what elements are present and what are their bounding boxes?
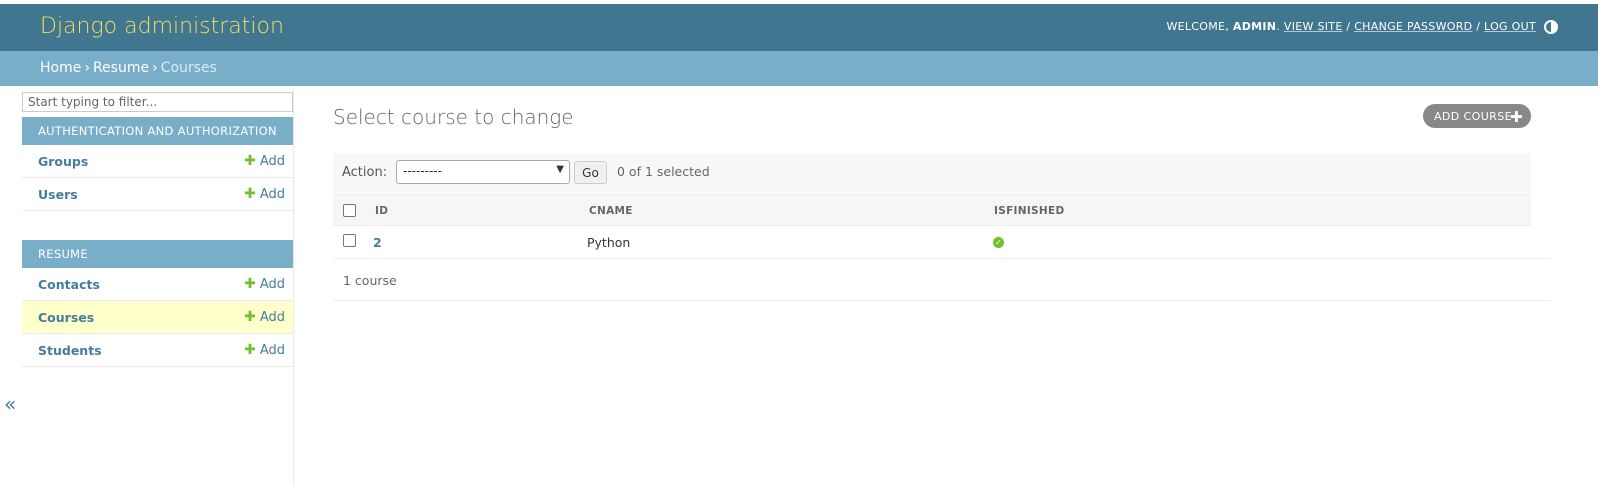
user-tools: WELCOME, ADMIN. VIEW SITE / CHANGE PASSW… xyxy=(1166,20,1536,33)
add-courses-link[interactable]: ✚ Add xyxy=(244,309,285,325)
app-caption-resume[interactable]: RESUME xyxy=(22,240,293,268)
table-header: ID CNAME ISFINISHED xyxy=(333,194,1531,226)
sidebar-item-label[interactable]: Courses xyxy=(38,310,94,325)
sidebar-item-contacts: Contacts ✚ Add xyxy=(22,268,293,301)
log-out-link[interactable]: LOG OUT xyxy=(1484,20,1536,33)
row-id-link[interactable]: 2 xyxy=(373,235,382,250)
header: Django administration WELCOME, ADMIN. VI… xyxy=(0,4,1598,51)
table-row: 2 Python ✓ xyxy=(333,226,1531,259)
username: ADMIN xyxy=(1232,20,1277,33)
breadcrumb: Home › Resume › Courses xyxy=(0,51,1598,86)
yes-icon: ✓ xyxy=(993,237,1004,248)
plus-icon: ✚ xyxy=(244,186,256,202)
plus-icon: ✚ xyxy=(1510,108,1523,126)
plus-icon: ✚ xyxy=(244,276,256,292)
add-label: Add xyxy=(259,343,285,358)
sidebar-item-label[interactable]: Groups xyxy=(38,154,88,169)
action-select-value: --------- xyxy=(403,164,442,178)
sidebar-item-label[interactable]: Contacts xyxy=(38,277,100,292)
go-button[interactable]: Go xyxy=(574,161,607,184)
select-all-checkbox[interactable] xyxy=(343,204,356,217)
breadcrumb-current: Courses xyxy=(160,60,217,76)
plus-icon: ✚ xyxy=(244,342,256,358)
add-course-label: ADD COURSE xyxy=(1434,110,1512,123)
breadcrumb-home[interactable]: Home xyxy=(40,60,81,76)
sidebar-item-label[interactable]: Users xyxy=(38,187,78,202)
change-password-link[interactable]: CHANGE PASSWORD xyxy=(1354,20,1472,33)
theme-toggle-icon[interactable] xyxy=(1544,20,1558,34)
sidebar-item-courses: Courses ✚ Add xyxy=(22,301,293,334)
add-label: Add xyxy=(259,310,285,325)
add-label: Add xyxy=(259,154,285,169)
row-select-checkbox[interactable] xyxy=(343,234,356,247)
plus-icon: ✚ xyxy=(244,309,256,325)
add-label: Add xyxy=(259,277,285,292)
page-title: Select course to change xyxy=(333,105,574,129)
user-tools-separator: / xyxy=(1476,20,1481,33)
sidebar-item-label[interactable]: Students xyxy=(38,343,102,358)
app-caption-auth[interactable]: AUTHENTICATION AND AUTHORIZATION xyxy=(22,117,293,145)
add-groups-link[interactable]: ✚ Add xyxy=(244,153,285,169)
site-branding[interactable]: Django administration xyxy=(40,14,284,39)
welcome-text: WELCOME, xyxy=(1166,20,1230,33)
user-tools-separator: / xyxy=(1346,20,1351,33)
chevron-down-icon: ▼ xyxy=(556,164,564,175)
plus-icon: ✚ xyxy=(244,153,256,169)
sidebar-item-groups: Groups ✚ Add xyxy=(22,145,293,178)
column-header-cname[interactable]: CNAME xyxy=(589,205,633,217)
add-label: Add xyxy=(259,187,285,202)
sidebar-item-students: Students ✚ Add xyxy=(22,334,293,367)
toggle-sidebar-icon[interactable]: « xyxy=(4,392,16,416)
view-site-link[interactable]: VIEW SITE xyxy=(1284,20,1343,33)
add-contacts-link[interactable]: ✚ Add xyxy=(244,276,285,292)
column-header-isfinished[interactable]: ISFINISHED xyxy=(994,205,1064,217)
add-students-link[interactable]: ✚ Add xyxy=(244,342,285,358)
actions-bar: Action: --------- ▼ Go 0 of 1 selected xyxy=(333,153,1531,193)
breadcrumb-app[interactable]: Resume xyxy=(93,60,149,76)
paginator: 1 course xyxy=(333,258,1551,301)
add-course-button[interactable]: ADD COURSE ✚ xyxy=(1423,104,1531,128)
action-label: Action: xyxy=(342,165,388,180)
row-cname: Python xyxy=(587,235,631,250)
action-select[interactable]: --------- ▼ xyxy=(396,160,570,184)
nav-filter-input[interactable] xyxy=(22,92,293,112)
nav-sidebar: AUTHENTICATION AND AUTHORIZATION Groups … xyxy=(22,86,294,486)
sidebar-item-users: Users ✚ Add xyxy=(22,178,293,211)
breadcrumb-separator: › xyxy=(84,60,90,76)
breadcrumb-separator: › xyxy=(152,60,158,76)
column-header-id[interactable]: ID xyxy=(375,205,388,217)
selection-counter: 0 of 1 selected xyxy=(617,164,710,179)
add-users-link[interactable]: ✚ Add xyxy=(244,186,285,202)
